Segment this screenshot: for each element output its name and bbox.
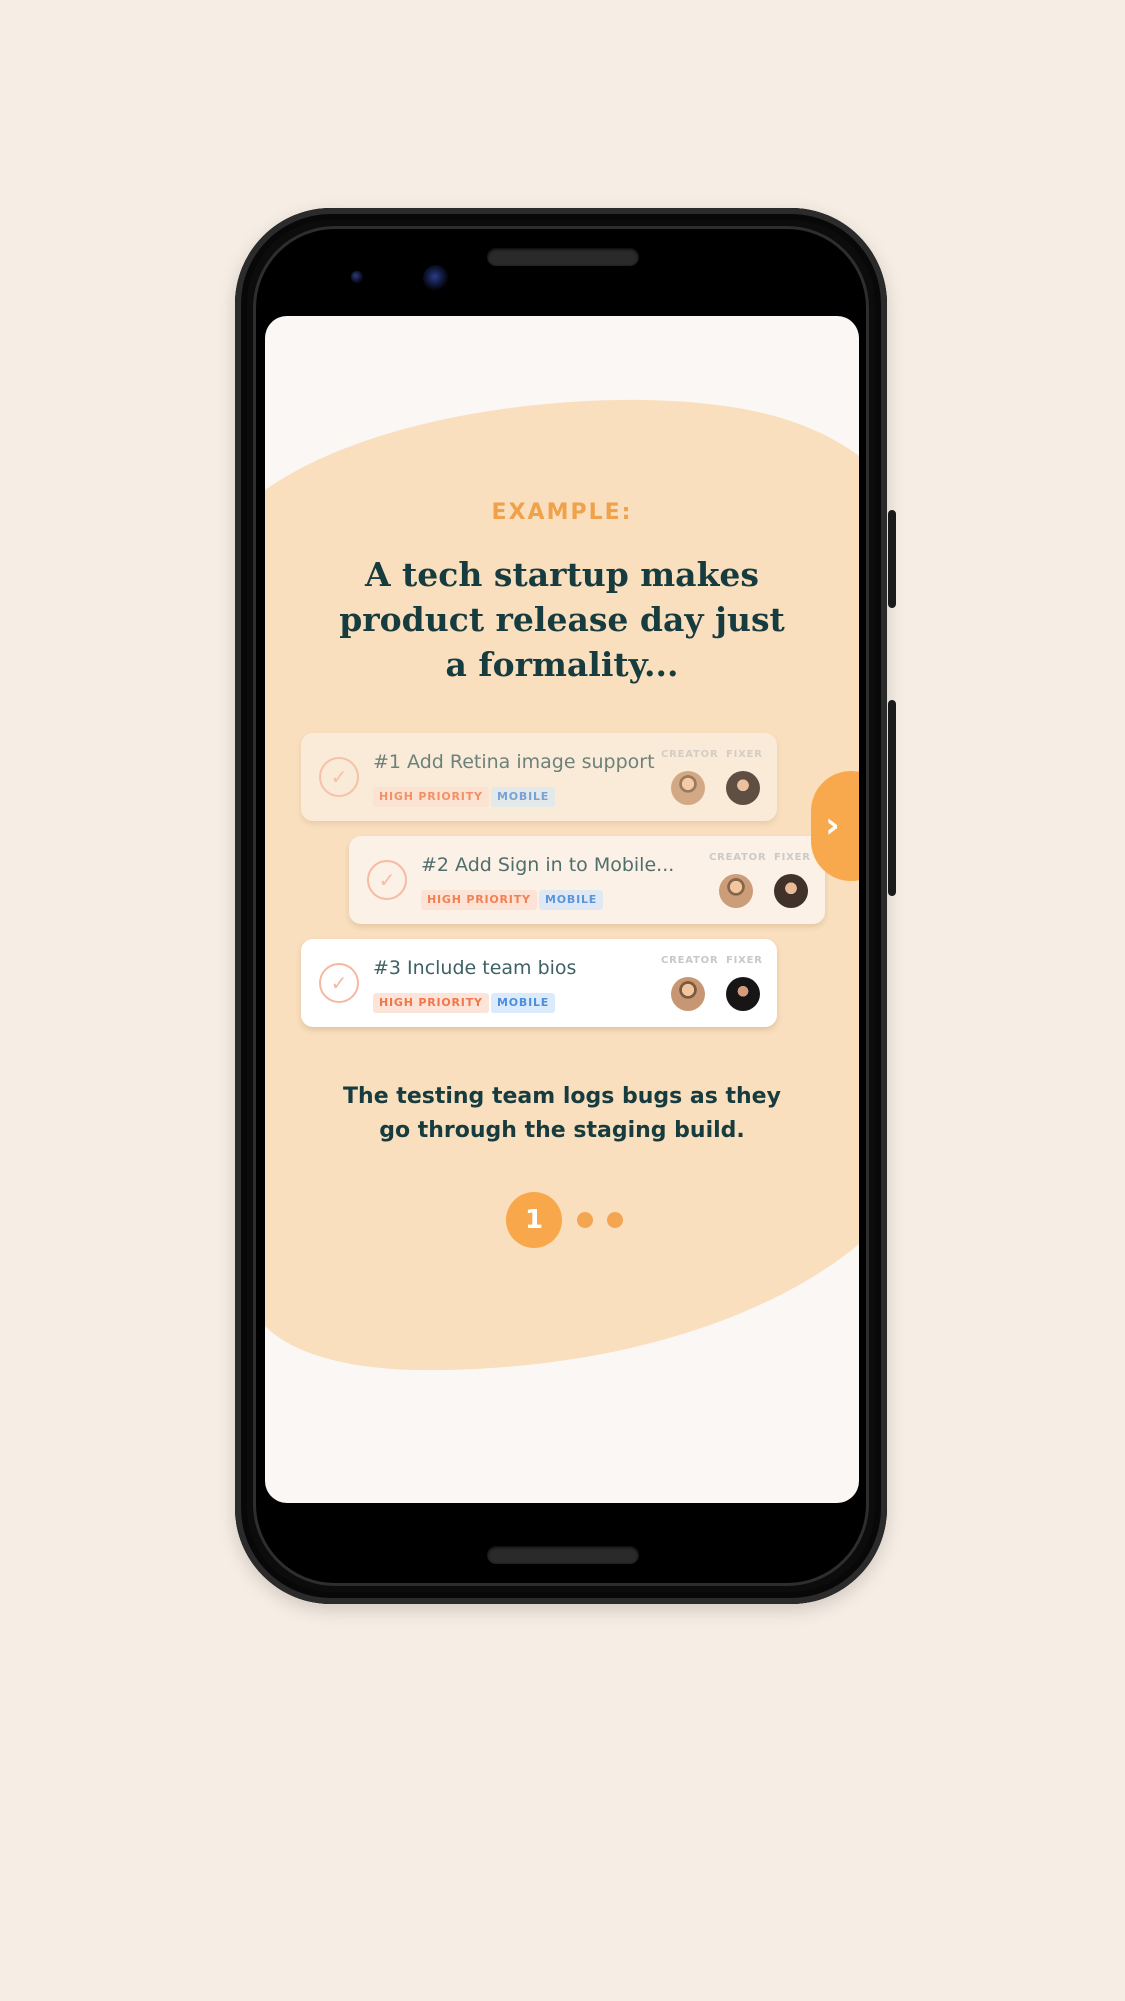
platform-badge: MOBILE	[491, 787, 556, 807]
check-icon[interactable]: ✓	[367, 860, 407, 900]
creator-label: CREATOR	[661, 955, 719, 966]
creator-avatar	[671, 977, 705, 1011]
platform-badge: MOBILE	[491, 993, 556, 1013]
fixer-label: FIXER	[774, 852, 811, 863]
front-sensor	[351, 271, 363, 283]
creator-label: CREATOR	[709, 852, 767, 863]
fixer-label: FIXER	[726, 749, 763, 760]
ticket-title: #3 Include team bios	[373, 957, 577, 979]
priority-badge: HIGH PRIORITY	[421, 890, 537, 910]
check-icon[interactable]: ✓	[319, 963, 359, 1003]
ticket-card[interactable]: ✓ #1 Add Retina image support HIGH PRIOR…	[301, 733, 777, 821]
chevron-right-icon: ›	[825, 805, 840, 846]
platform-badge: MOBILE	[539, 890, 604, 910]
power-button	[888, 510, 896, 608]
page-dot[interactable]	[577, 1212, 593, 1228]
headline: A tech startup makes product release day…	[339, 555, 785, 684]
fixer-avatar	[726, 771, 760, 805]
ticket-title: #2 Add Sign in to Mobile...	[421, 854, 675, 876]
caption-text: The testing team logs bugs as they go th…	[343, 1084, 781, 1143]
creator-avatar	[671, 771, 705, 805]
ticket-card[interactable]: ✓ #2 Add Sign in to Mobile... HIGH PRIOR…	[349, 836, 825, 924]
next-button[interactable]: ›	[811, 771, 859, 881]
fixer-avatar	[726, 977, 760, 1011]
page-dot-active[interactable]: 1	[506, 1192, 562, 1248]
priority-badge: HIGH PRIORITY	[373, 993, 489, 1013]
page-indicator: 1	[265, 1192, 859, 1248]
eyebrow-label: EXAMPLE:	[491, 500, 633, 525]
check-icon[interactable]: ✓	[319, 757, 359, 797]
volume-button	[888, 700, 896, 896]
bottom-speaker	[487, 1546, 639, 1564]
app-screen: EXAMPLE: A tech startup makes product re…	[265, 316, 859, 1503]
fixer-label: FIXER	[726, 955, 763, 966]
priority-badge: HIGH PRIORITY	[373, 787, 489, 807]
page-dot[interactable]	[607, 1212, 623, 1228]
ticket-title: #1 Add Retina image support	[373, 751, 655, 773]
creator-avatar	[719, 874, 753, 908]
top-speaker	[487, 248, 639, 266]
ticket-card[interactable]: ✓ #3 Include team bios HIGH PRIORITY MOB…	[301, 939, 777, 1027]
fixer-avatar	[774, 874, 808, 908]
creator-label: CREATOR	[661, 749, 719, 760]
front-camera	[423, 265, 449, 291]
